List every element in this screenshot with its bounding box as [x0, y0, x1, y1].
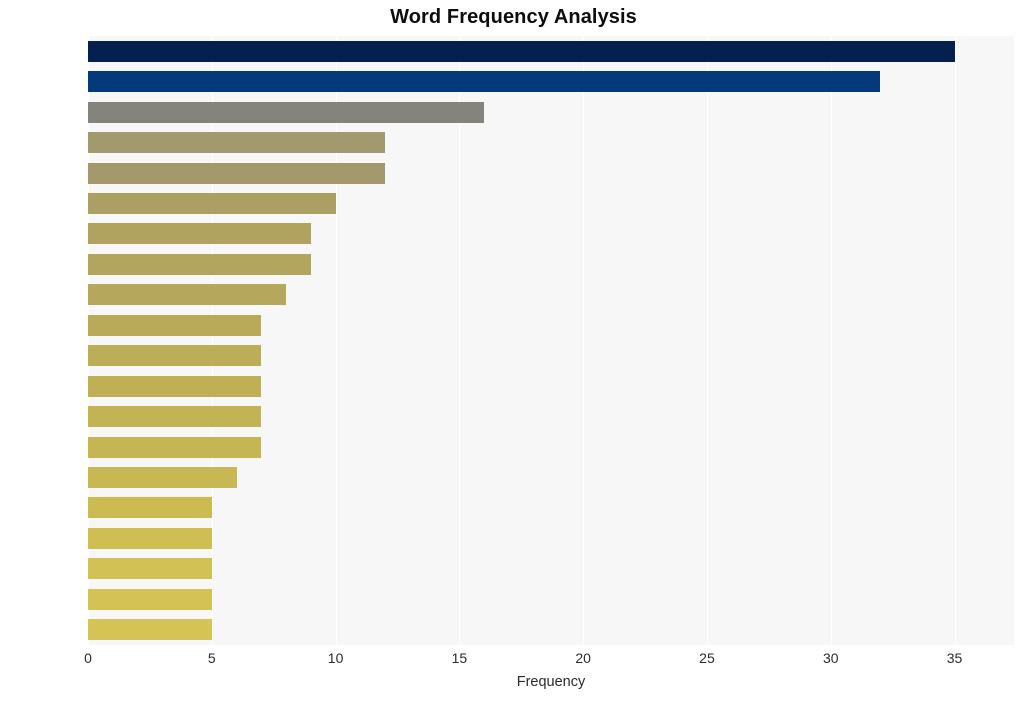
- bar-fill-resources: [88, 558, 212, 580]
- bar: [88, 436, 262, 458]
- bar-fill-troop: [88, 284, 287, 306]
- bar: [88, 619, 212, 641]
- x-axis-label: Frequency: [516, 674, 586, 690]
- bar-fill-barros: [88, 192, 336, 214]
- bar: [88, 558, 212, 580]
- bar-fill-war: [88, 132, 386, 154]
- x-tick-label-35: 35: [946, 650, 963, 666]
- x-axis-tick-labels: 0 5 10 15 20 25 30 35: [84, 650, 1014, 670]
- bar: [88, 253, 311, 275]
- bar-fill-fight: [88, 345, 262, 367]
- word-frequency-chart: Word Frequency Analysis ukrainerussiarus…: [0, 0, 1027, 701]
- gridline-30: [830, 36, 832, 645]
- bar: [88, 284, 287, 306]
- bar-fill-border: [88, 162, 386, 184]
- gridline-25: [706, 36, 708, 645]
- bar: [88, 406, 262, 428]
- bar-fill-far: [88, 588, 212, 610]
- bar: [88, 223, 311, 245]
- chart-title: Word Frequency Analysis: [390, 6, 637, 28]
- bar-fill-add: [88, 467, 237, 489]
- bar: [88, 497, 212, 519]
- gridline-5: [211, 36, 213, 645]
- bar-fill-invasion: [88, 527, 212, 549]
- bar: [88, 132, 386, 154]
- plot-area: [88, 36, 1014, 645]
- x-tick-label-20: 20: [575, 650, 591, 666]
- bar: [88, 314, 262, 336]
- bar: [88, 71, 881, 93]
- bar-fill-protect: [88, 253, 311, 275]
- bar-fill-russia: [88, 71, 881, 93]
- bar: [88, 101, 485, 123]
- gridline-10: [335, 36, 337, 645]
- bar-fill-military: [88, 375, 262, 397]
- bar-fill-region: [88, 497, 212, 519]
- bar: [88, 40, 955, 62]
- bar-fill-long: [88, 619, 212, 641]
- bar: [88, 345, 262, 367]
- bar: [88, 192, 336, 214]
- x-tick-label-30: 30: [822, 650, 839, 666]
- bar: [88, 162, 386, 184]
- bar-fill-russian: [88, 101, 485, 123]
- bar: [88, 467, 237, 489]
- bar-fill-force: [88, 314, 262, 336]
- x-tick-label-15: 15: [451, 650, 468, 666]
- gridline-20: [583, 36, 585, 645]
- bar: [88, 527, 212, 549]
- bar: [88, 588, 212, 610]
- gridline-35: [954, 36, 956, 645]
- gridline-0: [88, 36, 89, 645]
- x-tick-label-0: 0: [84, 650, 92, 666]
- x-tick-label-25: 25: [699, 650, 715, 666]
- x-tick-label-10: 10: [327, 650, 344, 666]
- bar-fill-ukraine: [88, 40, 955, 62]
- bar-fill-kursk: [88, 223, 311, 245]
- gridline-15: [459, 36, 461, 645]
- bar-fill-ukrainian: [88, 436, 262, 458]
- bar-fill-territory: [88, 406, 262, 428]
- x-tick-label-5: 5: [207, 650, 216, 666]
- bar: [88, 375, 262, 397]
